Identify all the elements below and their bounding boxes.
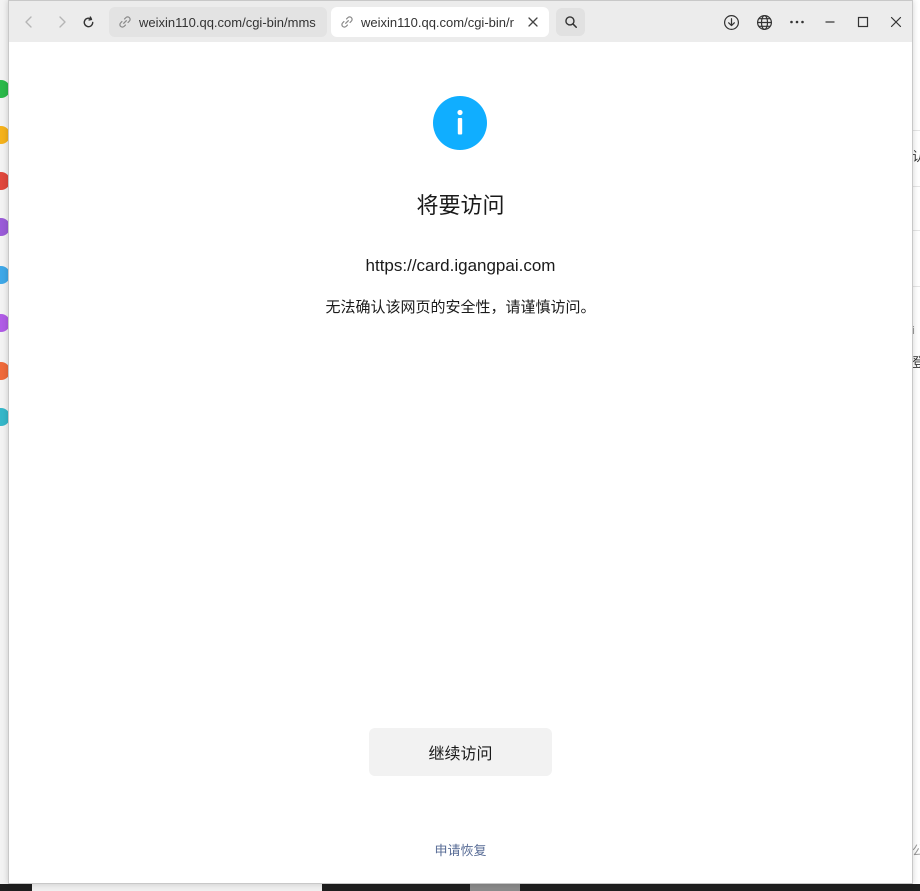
background-app-panel: 认 i 登 公: [912, 0, 920, 891]
search-icon: [564, 16, 577, 28]
tab-active[interactable]: weixin110.qq.com/cgi-bin/r: [331, 7, 549, 37]
background-text: 登: [912, 356, 920, 371]
tab-inactive[interactable]: weixin110.qq.com/cgi-bin/mms: [109, 7, 327, 37]
tab-close-button[interactable]: [525, 14, 541, 30]
background-divider: [912, 186, 920, 187]
download-icon: [723, 14, 739, 30]
minimize-button[interactable]: [818, 10, 842, 34]
browser-window: weixin110.qq.com/cgi-bin/mms weixin110.q…: [8, 0, 913, 884]
more-icon: [790, 20, 804, 24]
taskbar-strip: [0, 884, 920, 891]
back-button[interactable]: [17, 10, 41, 34]
close-icon: [528, 17, 538, 27]
background-divider: [912, 130, 920, 131]
link-icon: [339, 14, 355, 30]
background-text: 公: [912, 844, 920, 859]
globe-button[interactable]: [752, 10, 776, 34]
reload-icon: [83, 15, 93, 27]
maximize-button[interactable]: [851, 10, 875, 34]
forward-arrow-icon: [59, 16, 66, 28]
close-icon: [890, 16, 902, 28]
page-title: 将要访问: [416, 194, 505, 219]
taskbar-segment: [32, 884, 322, 891]
title-bar: weixin110.qq.com/cgi-bin/mms weixin110.q…: [9, 1, 912, 42]
forward-button[interactable]: [50, 10, 74, 34]
reload-button[interactable]: [76, 10, 100, 34]
page-content: 将要访问 https://card.igangpai.com 无法确认该网页的安…: [9, 42, 912, 883]
background-text: 认: [912, 150, 920, 165]
background-divider: [912, 286, 920, 287]
more-button[interactable]: [785, 10, 809, 34]
request-restore-link[interactable]: 申请恢复: [9, 840, 912, 859]
info-icon: [433, 96, 487, 150]
back-arrow-icon: [25, 16, 32, 28]
background-divider: [912, 230, 920, 231]
maximize-icon: [857, 16, 869, 28]
continue-visit-button[interactable]: 继续访问: [369, 728, 552, 776]
link-icon: [117, 14, 133, 30]
tab-title: weixin110.qq.com/cgi-bin/mms: [139, 14, 316, 30]
taskbar-segment: [470, 884, 520, 891]
security-warning: 无法确认该网页的安全性，请谨慎访问。: [325, 298, 596, 316]
target-url: https://card.igangpai.com: [365, 256, 556, 275]
download-button[interactable]: [719, 10, 743, 34]
globe-icon: [756, 14, 772, 30]
minimize-icon: [825, 21, 835, 23]
tab-title: weixin110.qq.com/cgi-bin/r: [361, 14, 514, 30]
search-button[interactable]: [556, 8, 585, 36]
close-window-button[interactable]: [884, 10, 908, 34]
